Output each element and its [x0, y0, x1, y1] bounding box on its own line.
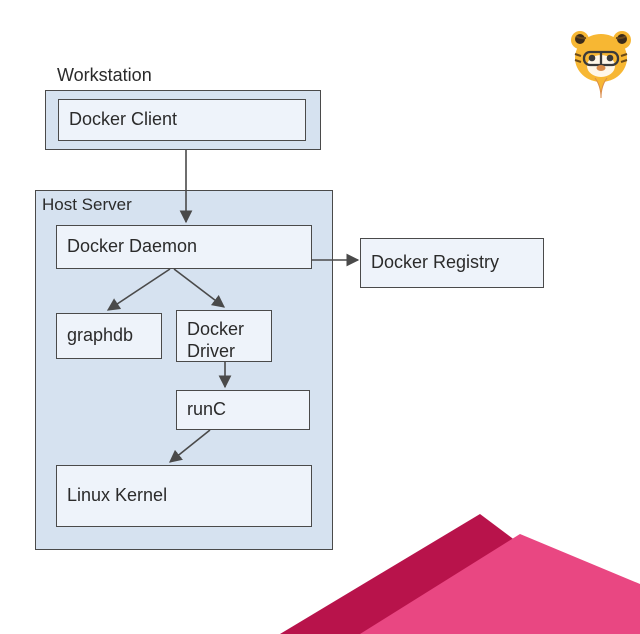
runc-label: runC — [187, 399, 226, 421]
docker-driver-box: Docker Driver — [176, 310, 272, 362]
workstation-label: Workstation — [57, 65, 152, 86]
graphdb-label: graphdb — [67, 325, 133, 347]
host-server-box: Host Server Docker Daemon graphdb Docker… — [35, 190, 333, 550]
docker-client-box: Docker Client — [58, 99, 306, 141]
linux-kernel-label: Linux Kernel — [67, 485, 167, 507]
docker-driver-label: Docker Driver — [187, 319, 244, 353]
runc-box: runC — [176, 390, 310, 430]
docker-client-label: Docker Client — [69, 109, 177, 131]
linux-kernel-box: Linux Kernel — [56, 465, 312, 527]
docker-registry-box: Docker Registry — [360, 238, 544, 288]
diagram-stage: Workstation Docker Client Host Server Do… — [0, 0, 640, 634]
docker-daemon-label: Docker Daemon — [67, 236, 197, 258]
workstation-box: Docker Client — [45, 90, 321, 150]
docker-registry-label: Docker Registry — [371, 252, 499, 274]
graphdb-box: graphdb — [56, 313, 162, 359]
docker-daemon-box: Docker Daemon — [56, 225, 312, 269]
mascot-logo — [570, 30, 632, 100]
host-server-label: Host Server — [42, 195, 132, 215]
